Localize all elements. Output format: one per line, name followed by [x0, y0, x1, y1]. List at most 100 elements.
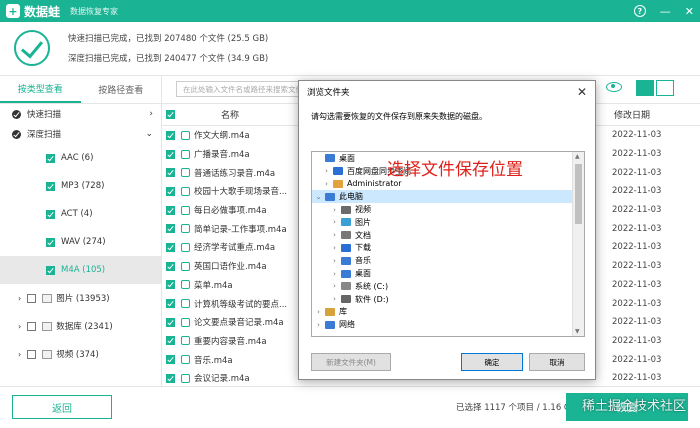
file-date: 2022-11-03	[612, 335, 662, 346]
row-checkbox[interactable]	[166, 130, 175, 140]
chevron-icon[interactable]: ›	[322, 167, 331, 175]
chevron-icon[interactable]: ›	[330, 295, 339, 303]
folder-tree-item[interactable]: › 图片	[312, 216, 584, 229]
preview-eye-icon[interactable]	[606, 82, 622, 92]
row-checkbox[interactable]	[166, 261, 175, 271]
check-icon	[12, 109, 21, 119]
grid-view-button[interactable]	[636, 80, 654, 96]
deep-scan-node[interactable]: 深度扫描 ⌄	[0, 124, 161, 144]
folder-tree-item[interactable]: › 音乐	[312, 254, 584, 267]
folder-tree-item[interactable]: › 软件 (D:)	[312, 293, 584, 306]
folder-tree-item[interactable]: › 网络	[312, 318, 584, 331]
tab-by-path[interactable]: 按路径查看	[81, 76, 162, 103]
chevron-icon[interactable]: ›	[330, 231, 339, 239]
folder-tree-item[interactable]: › 视频	[312, 203, 584, 216]
chevron-down-icon[interactable]: ⌄	[145, 129, 153, 139]
new-folder-button[interactable]: 新建文件夹(M)	[311, 353, 391, 371]
chevron-icon[interactable]: ⌄	[314, 193, 323, 201]
file-name: 重要内容录音.m4a	[194, 336, 267, 347]
chevron-icon[interactable]: ›	[330, 206, 339, 214]
checkbox[interactable]	[27, 349, 37, 359]
tab-by-type[interactable]: 按类型查看	[0, 76, 81, 103]
chevron-icon[interactable]: ›	[314, 321, 323, 329]
quick-scan-node[interactable]: 快速扫描 ›	[0, 104, 161, 124]
folder-tree-item[interactable]: › 库	[312, 306, 584, 319]
help-icon[interactable]: ?	[633, 5, 646, 17]
folder-label: 桌面	[339, 153, 355, 163]
checkbox[interactable]	[46, 181, 55, 191]
list-view-button[interactable]	[656, 80, 674, 96]
chevron-right-icon[interactable]: ›	[18, 322, 21, 331]
bottom-bar: 返回 已选择 1117 个项目 / 1.16 GB 恢复 稀土掘金技术社区	[0, 386, 700, 428]
checkbox[interactable]	[46, 237, 55, 247]
category-video[interactable]: › 视频 (374)	[0, 340, 161, 368]
chevron-right-icon[interactable]: ›	[149, 109, 153, 119]
deep-scan-status: 深度扫描已完成，已找到 240477 个文件 (34.9 GB)	[68, 54, 269, 64]
close-button[interactable]: ✕	[685, 5, 694, 18]
folder-label: 下载	[355, 243, 371, 253]
checkbox[interactable]	[46, 153, 55, 163]
minimize-button[interactable]: —	[660, 5, 671, 18]
checkbox[interactable]	[27, 321, 37, 331]
type-m4a[interactable]: M4A (105)	[0, 256, 161, 284]
category-images[interactable]: › 图片 (13953)	[0, 284, 161, 312]
chevron-icon[interactable]: ›	[330, 218, 339, 226]
type-aac[interactable]: AAC (6)	[0, 144, 161, 172]
chevron-icon[interactable]: ›	[314, 308, 323, 316]
folder-tree-item[interactable]: ⌄ 此电脑	[312, 190, 584, 204]
cancel-button[interactable]: 取消	[529, 353, 585, 371]
file-date: 2022-11-03	[612, 130, 662, 141]
audio-file-icon	[181, 149, 190, 159]
folder-tree-item[interactable]: › 文档	[312, 229, 584, 242]
scroll-up-icon[interactable]: ▲	[575, 153, 580, 160]
ok-button[interactable]: 确定	[461, 353, 523, 371]
tree-scrollbar[interactable]: ▲ ▼	[572, 152, 584, 336]
row-checkbox[interactable]	[166, 317, 175, 327]
row-checkbox[interactable]	[166, 299, 175, 309]
checkbox[interactable]	[46, 209, 55, 219]
file-date: 2022-11-03	[612, 298, 662, 309]
row-checkbox[interactable]	[166, 355, 175, 365]
audio-file-icon	[181, 224, 190, 234]
back-button[interactable]: 返回	[12, 395, 112, 419]
folder-label: 音乐	[355, 256, 371, 266]
chevron-right-icon[interactable]: ›	[18, 350, 21, 359]
chevron-icon[interactable]: ›	[330, 244, 339, 252]
row-checkbox[interactable]	[166, 280, 175, 290]
row-checkbox[interactable]	[166, 205, 175, 215]
image-icon	[42, 293, 53, 303]
type-mp3[interactable]: MP3 (728)	[0, 172, 161, 200]
dialog-message: 请勾选需要恢复的文件保存到原来失数据的磁盘。	[311, 112, 487, 121]
scroll-down-icon[interactable]: ▼	[575, 328, 580, 335]
video-icon	[42, 349, 53, 359]
column-date[interactable]: 修改日期	[614, 108, 650, 121]
type-act[interactable]: ACT (4)	[0, 200, 161, 228]
row-checkbox[interactable]	[166, 186, 175, 196]
chevron-icon[interactable]: ›	[322, 180, 331, 188]
chevron-icon[interactable]: ›	[330, 282, 339, 290]
image-icon	[341, 218, 351, 227]
folder-tree-item[interactable]: › 下载	[312, 242, 584, 255]
chevron-icon[interactable]: ›	[330, 270, 339, 278]
folder-label: Administrator	[347, 179, 402, 189]
chevron-right-icon[interactable]: ›	[18, 294, 21, 303]
checkbox[interactable]	[46, 265, 55, 275]
select-all-checkbox[interactable]	[166, 110, 175, 119]
folder-tree-item[interactable]: › 系统 (C:)	[312, 280, 584, 293]
row-checkbox[interactable]	[166, 224, 175, 234]
row-checkbox[interactable]	[166, 373, 175, 383]
category-database[interactable]: › 数据库 (2341)	[0, 312, 161, 340]
row-checkbox[interactable]	[166, 168, 175, 178]
file-name: 校园十大歌手现场录音...	[194, 187, 288, 198]
scroll-thumb[interactable]	[575, 164, 582, 224]
row-checkbox[interactable]	[166, 242, 175, 252]
folder-tree-item[interactable]: › 桌面	[312, 267, 584, 280]
checkbox[interactable]	[27, 293, 37, 303]
dialog-close-button[interactable]: ✕	[577, 85, 587, 99]
chevron-icon[interactable]: ›	[330, 257, 339, 265]
row-checkbox[interactable]	[166, 149, 175, 159]
audio-file-icon	[181, 317, 190, 327]
type-wav[interactable]: WAV (274)	[0, 228, 161, 256]
file-name: 计算机等级考试的要点...	[194, 299, 288, 310]
row-checkbox[interactable]	[166, 336, 175, 346]
